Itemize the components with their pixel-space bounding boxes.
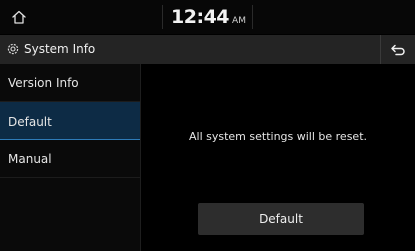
sidebar-item-label: Version Info [8, 76, 79, 90]
clock: 12:44 AM [0, 0, 415, 34]
page-title: System Info [24, 42, 96, 56]
back-arrow-icon [391, 44, 405, 55]
back-button[interactable] [380, 35, 415, 64]
clock-ampm: AM [232, 16, 246, 26]
main-content: All system settings will be reset. Defau… [141, 64, 415, 251]
title-bar: System Info [0, 35, 415, 64]
sidebar-item-label: Manual [8, 152, 52, 166]
sidebar-item-manual[interactable]: Manual [0, 140, 140, 178]
default-button[interactable]: Default [198, 203, 364, 235]
sidebar-item-label: Default [8, 115, 52, 129]
home-button[interactable] [0, 0, 38, 34]
reset-message: All system settings will be reset. [188, 130, 368, 143]
sidebar: Version Info Default Manual [0, 64, 141, 251]
sidebar-item-version-info[interactable]: Version Info [0, 64, 140, 102]
home-icon [12, 10, 26, 24]
gear-icon [7, 43, 19, 55]
sidebar-item-default[interactable]: Default [0, 102, 140, 140]
status-bar: 12:44 AM [0, 0, 415, 34]
clock-time: 12:44 [171, 6, 230, 28]
